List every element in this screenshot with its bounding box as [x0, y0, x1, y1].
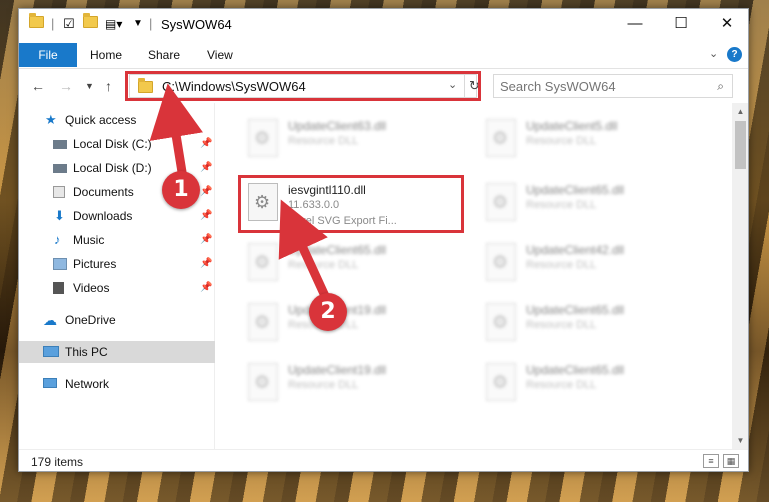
search-icon[interactable]: ⌕	[717, 79, 724, 94]
forward-arrow-icon[interactable]: →	[59, 78, 73, 94]
maximize-button[interactable]: ☐	[658, 9, 704, 39]
nav-item-onedrive[interactable]: ☁ OneDrive	[19, 309, 215, 331]
dll-file-icon	[486, 303, 516, 341]
customize-toolbar-icon[interactable]: ▤▾	[105, 16, 122, 32]
dll-file-icon	[486, 363, 516, 401]
nav-item-local-disk-c[interactable]: Local Disk (C:) 📌	[19, 133, 215, 155]
properties-icon[interactable]: ☑	[63, 16, 75, 32]
pictures-icon	[53, 258, 67, 270]
step-1-badge: 1	[162, 171, 200, 209]
pin-icon: 📌	[200, 138, 213, 149]
scroll-up-icon[interactable]: ▲	[732, 103, 748, 120]
scroll-thumb[interactable]	[735, 121, 746, 169]
tab-file[interactable]: File	[19, 43, 77, 67]
file-item[interactable]: UpdateClient42.dll Resource DLL	[478, 237, 698, 287]
tab-share[interactable]: Share	[148, 43, 180, 67]
star-icon: ★	[45, 112, 57, 127]
file-highlight-box	[238, 175, 464, 233]
pin-icon: 📌	[200, 162, 213, 173]
new-folder-icon[interactable]	[83, 13, 98, 32]
file-item[interactable]: UpdateClient65.dll Resource DLL	[240, 237, 460, 287]
app-folder-icon	[29, 13, 44, 32]
dll-file-icon	[248, 303, 278, 341]
documents-icon	[53, 186, 65, 198]
nav-item-videos[interactable]: Videos 📌	[19, 277, 215, 299]
help-icon[interactable]: ?	[727, 47, 742, 62]
item-count: 179 items	[31, 455, 84, 469]
dll-file-icon	[486, 119, 516, 157]
file-item[interactable]: UpdateClient19.dll Resource DLL	[240, 297, 460, 347]
dll-file-icon	[248, 119, 278, 157]
search-box[interactable]: ⌕	[493, 74, 733, 98]
pin-icon: 📌	[200, 234, 213, 245]
minimize-button[interactable]: —	[612, 9, 658, 39]
dll-file-icon	[486, 243, 516, 281]
nav-item-network[interactable]: Network	[19, 373, 215, 395]
downloads-icon: ⬇	[54, 208, 65, 223]
title-bar: | ☑ ▤▾ ▼ | SysWOW64 — ☐ ✕	[19, 9, 748, 39]
music-icon: ♪	[54, 232, 61, 247]
vertical-scrollbar[interactable]: ▲ ▼	[732, 103, 748, 449]
cloud-icon: ☁	[43, 312, 57, 328]
network-icon	[43, 378, 57, 388]
file-list: UpdateClient63.dll Resource DLL iesvgint…	[216, 103, 732, 449]
dll-file-icon	[248, 243, 278, 281]
pin-icon: 📌	[200, 186, 213, 197]
search-input[interactable]	[500, 78, 700, 94]
drive-icon	[53, 164, 67, 173]
file-item[interactable]: UpdateClient19.dll Resource DLL	[240, 357, 460, 407]
divider: |	[149, 16, 153, 31]
close-button[interactable]: ✕	[704, 9, 748, 39]
tiles-view-icon[interactable]: ▦	[723, 454, 739, 468]
scroll-down-icon[interactable]: ▼	[732, 432, 748, 449]
dll-file-icon	[486, 183, 516, 221]
pin-icon: 📌	[200, 258, 213, 269]
navigation-pane: ★ Quick access Local Disk (C:) 📌 Local D…	[19, 103, 215, 449]
file-item[interactable]: UpdateClient65.dll Resource DLL	[478, 297, 698, 347]
nav-item-pictures[interactable]: Pictures 📌	[19, 253, 215, 275]
drive-icon	[53, 140, 67, 149]
address-highlight-box	[125, 71, 481, 101]
computer-icon	[43, 346, 59, 357]
up-arrow-icon[interactable]: ↑	[105, 78, 112, 94]
nav-item-music[interactable]: ♪ Music 📌	[19, 229, 215, 251]
nav-item-quick-access[interactable]: ★ Quick access	[19, 109, 215, 131]
pin-icon: 📌	[200, 210, 213, 221]
divider: |	[51, 16, 55, 31]
window-title: SysWOW64	[161, 17, 232, 32]
navigation-bar: ← → ▼ ↑ C:\Windows\SysWOW64 ⌄ ↻ ⌕	[19, 69, 748, 103]
quick-access-dropdown-icon[interactable]: ▼	[133, 16, 143, 32]
tab-view[interactable]: View	[207, 43, 233, 67]
file-item[interactable]: UpdateClient5.dll Resource DLL	[478, 113, 698, 163]
step-2-badge: 2	[309, 293, 347, 331]
file-explorer-window: | ☑ ▤▾ ▼ | SysWOW64 — ☐ ✕ File Home Shar…	[18, 8, 749, 472]
tab-home[interactable]: Home	[90, 43, 122, 67]
file-item[interactable]: UpdateClient63.dll Resource DLL	[240, 113, 460, 163]
videos-icon	[53, 282, 64, 294]
pin-icon: 📌	[200, 282, 213, 293]
file-item[interactable]: UpdateClient65.dll Resource DLL	[478, 177, 698, 227]
nav-item-this-pc[interactable]: This PC	[19, 341, 215, 363]
status-bar: 179 items ≡ ▦	[19, 449, 748, 471]
recent-locations-icon[interactable]: ▼	[85, 81, 94, 91]
details-view-icon[interactable]: ≡	[703, 454, 719, 468]
dll-file-icon	[248, 363, 278, 401]
expand-ribbon-icon[interactable]: ⌄	[709, 47, 718, 60]
ribbon: File Home Share View ⌄ ?	[19, 39, 748, 69]
back-arrow-icon[interactable]: ←	[31, 78, 45, 94]
file-item[interactable]: UpdateClient65.dll Resource DLL	[478, 357, 698, 407]
